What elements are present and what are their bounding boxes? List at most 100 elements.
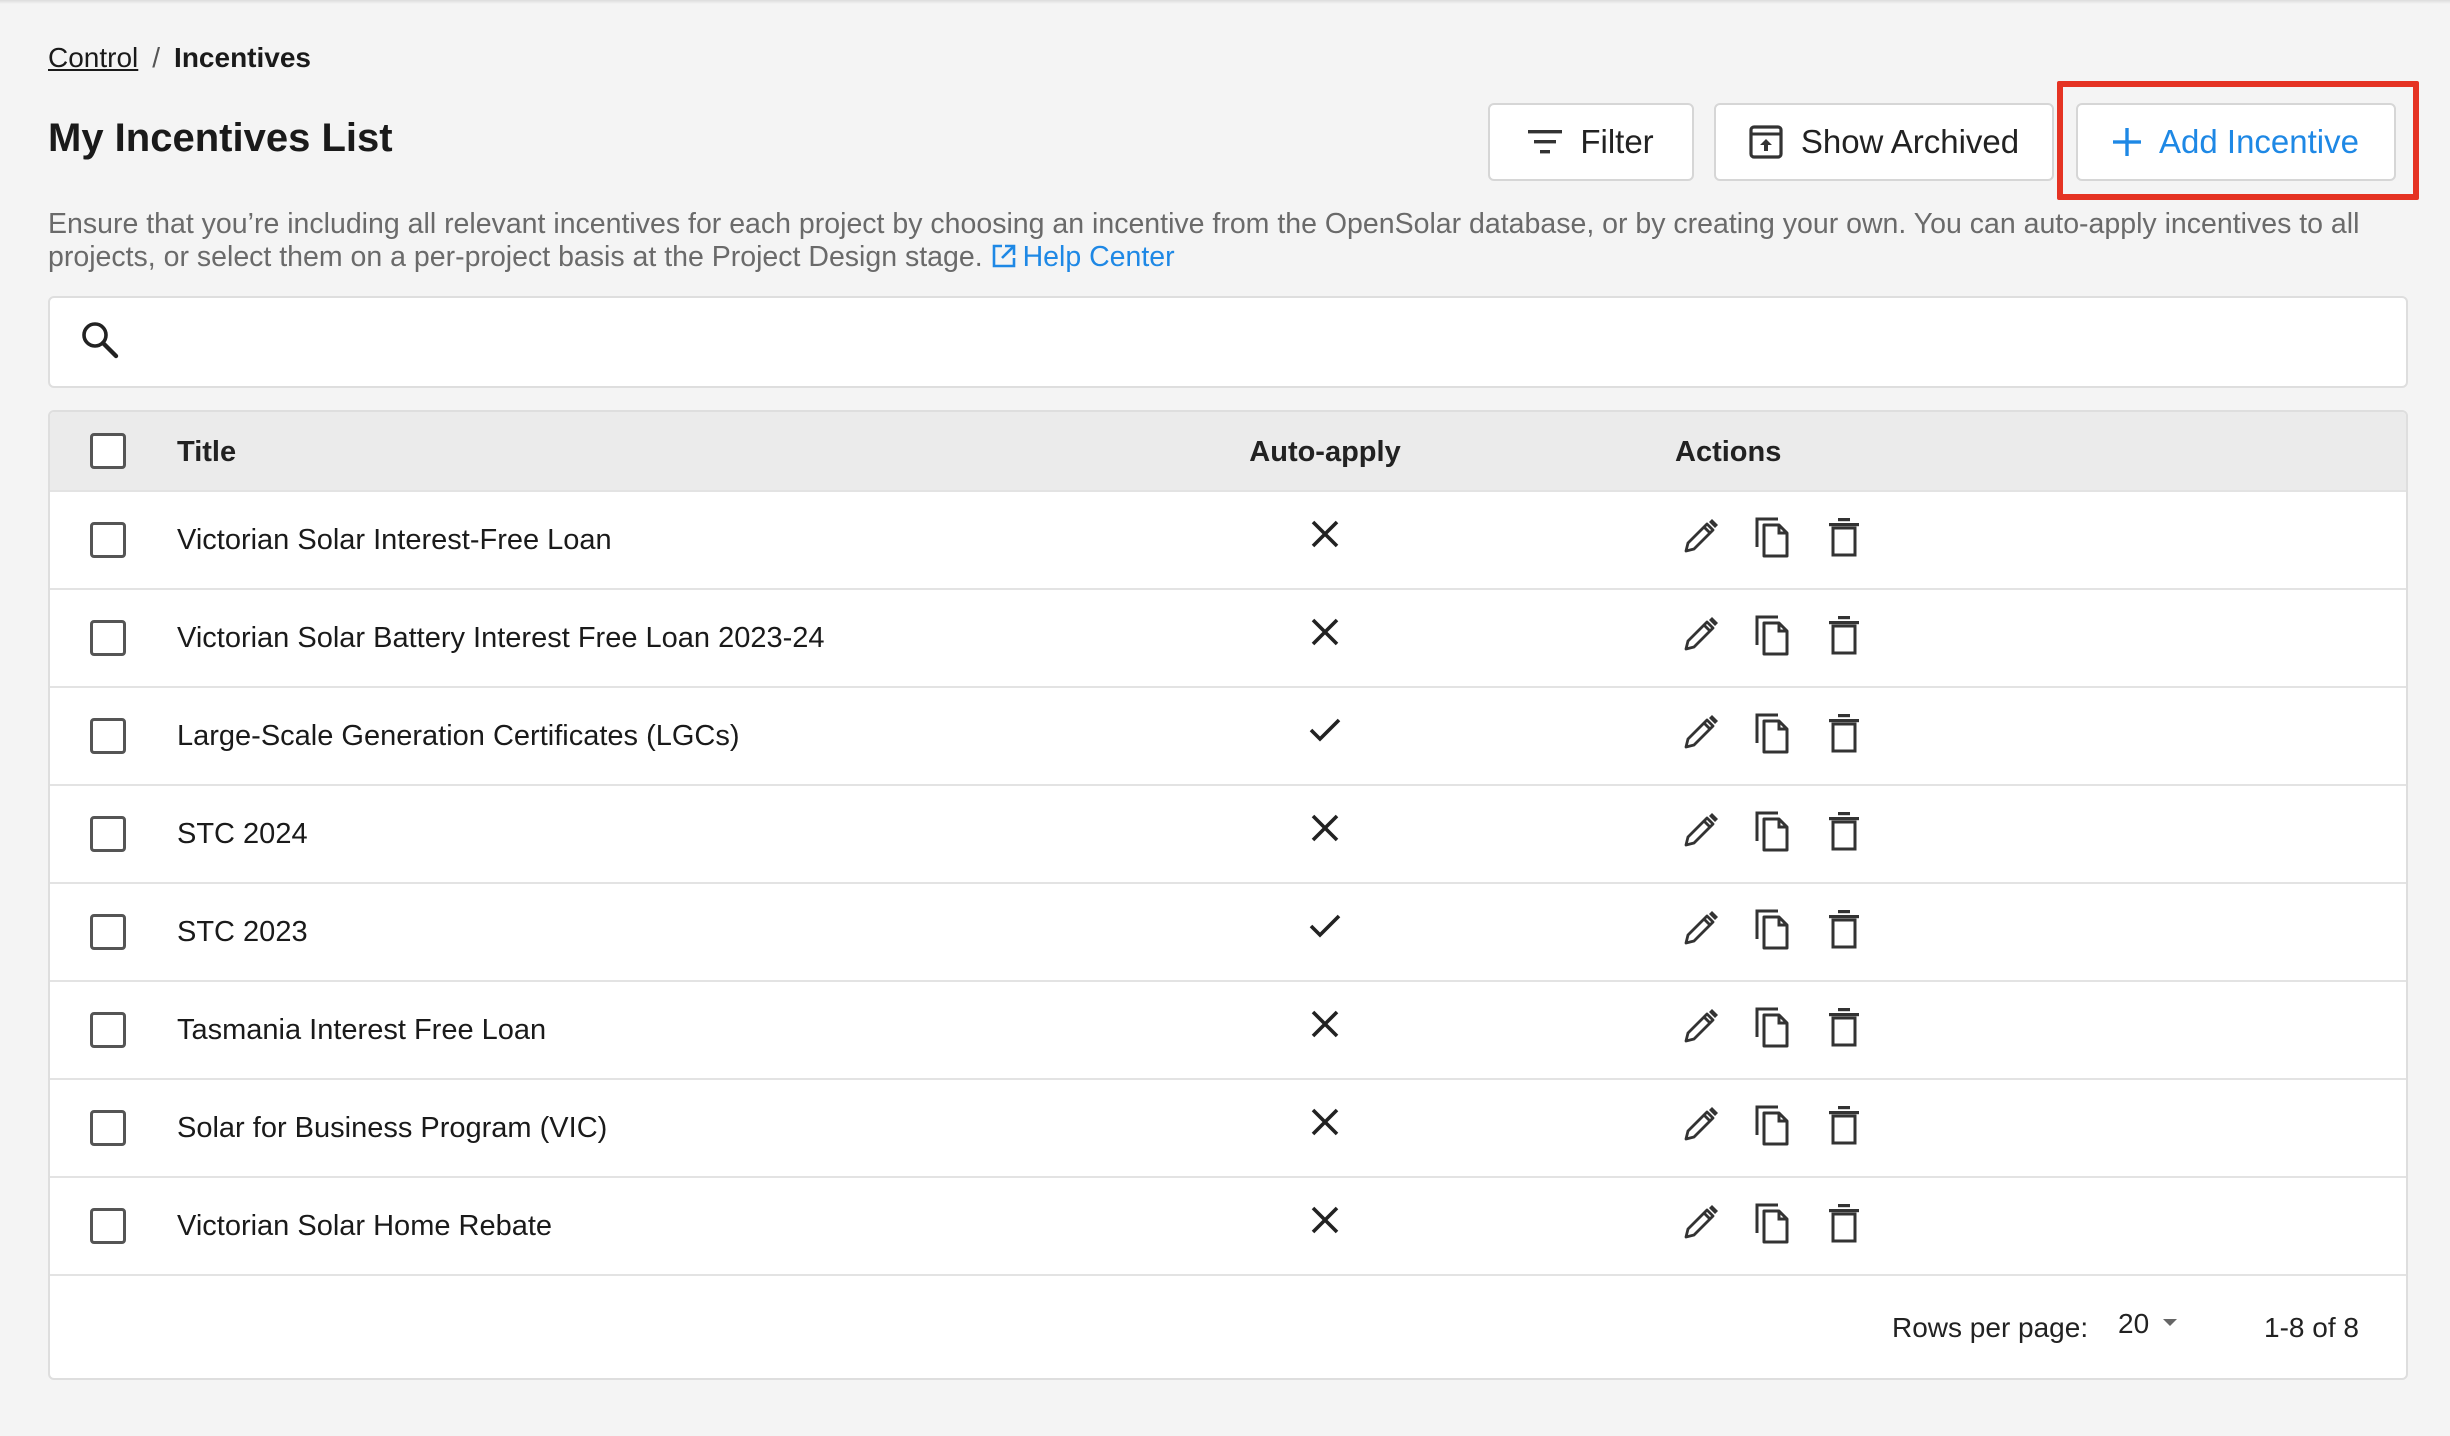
row-title: Victorian Solar Battery Interest Free Lo…: [177, 622, 825, 654]
copy-button[interactable]: [1747, 1104, 1797, 1154]
search-icon: [80, 320, 120, 365]
help-center-link[interactable]: Help Center: [991, 241, 1175, 273]
copy-icon: [1752, 515, 1792, 567]
description-text: Ensure that you’re including all relevan…: [48, 208, 2388, 274]
row-title: STC 2023: [177, 916, 308, 948]
copy-button[interactable]: [1747, 1006, 1797, 1056]
copy-icon: [1752, 711, 1792, 763]
table-row[interactable]: Victorian Solar Home Rebate: [50, 1176, 2406, 1274]
auto-apply-cell: [1210, 1202, 1440, 1246]
edit-button[interactable]: [1675, 712, 1725, 762]
pencil-icon: [1680, 811, 1720, 859]
copy-button[interactable]: [1747, 1202, 1797, 1252]
row-title: Victorian Solar Interest-Free Loan: [177, 524, 612, 556]
show-archived-button-label: Show Archived: [1800, 123, 2020, 160]
filter-button[interactable]: Filter: [1488, 103, 1694, 181]
edit-button[interactable]: [1675, 1104, 1725, 1154]
rows-per-page-select[interactable]: 20: [2118, 1308, 2181, 1340]
pencil-icon: [1680, 1105, 1720, 1153]
check-icon: [1307, 712, 1343, 756]
table-row[interactable]: STC 2024: [50, 784, 2406, 882]
close-icon: [1307, 516, 1343, 560]
row-checkbox[interactable]: [90, 718, 126, 754]
pagination-range: 1-8 of 8: [2264, 1312, 2359, 1343]
delete-button[interactable]: [1819, 1006, 1869, 1056]
row-actions: [1675, 1104, 1869, 1154]
trash-icon: [1827, 811, 1861, 859]
copy-button[interactable]: [1747, 810, 1797, 860]
close-icon: [1307, 1006, 1343, 1050]
edit-button[interactable]: [1675, 1202, 1725, 1252]
delete-button[interactable]: [1819, 1202, 1869, 1252]
row-actions: [1675, 516, 1869, 566]
copy-icon: [1752, 809, 1792, 861]
table-row[interactable]: STC 2023: [50, 882, 2406, 980]
edit-button[interactable]: [1675, 810, 1725, 860]
incentives-table: Title Auto-apply Actions Victorian Solar…: [48, 410, 2408, 1380]
delete-button[interactable]: [1819, 516, 1869, 566]
breadcrumb-current: Incentives: [174, 42, 311, 73]
table-row[interactable]: Victorian Solar Battery Interest Free Lo…: [50, 588, 2406, 686]
trash-icon: [1827, 517, 1861, 565]
row-actions: [1675, 810, 1869, 860]
close-icon: [1307, 614, 1343, 658]
column-header-actions: Actions: [1675, 436, 1782, 468]
delete-button[interactable]: [1819, 908, 1869, 958]
pencil-icon: [1680, 1007, 1720, 1055]
delete-button[interactable]: [1819, 614, 1869, 664]
auto-apply-cell: [1210, 1006, 1440, 1050]
edit-button[interactable]: [1675, 516, 1725, 566]
search-bar: [48, 296, 2408, 388]
pencil-icon: [1680, 713, 1720, 761]
edit-button[interactable]: [1675, 908, 1725, 958]
row-title: Victorian Solar Home Rebate: [177, 1210, 553, 1242]
row-checkbox[interactable]: [90, 522, 126, 558]
close-icon: [1307, 810, 1343, 854]
top-shadow: [0, 0, 2450, 4]
search-input[interactable]: [140, 312, 2406, 372]
table-pagination: Rows per page: 20 1-8 of 8: [50, 1274, 2406, 1374]
table-row[interactable]: Large-Scale Generation Certificates (LGC…: [50, 686, 2406, 784]
row-actions: [1675, 712, 1869, 762]
row-checkbox[interactable]: [90, 620, 126, 656]
column-header-auto-apply[interactable]: Auto-apply: [1210, 436, 1440, 469]
trash-icon: [1827, 909, 1861, 957]
row-checkbox[interactable]: [90, 1012, 126, 1048]
trash-icon: [1827, 713, 1861, 761]
edit-button[interactable]: [1675, 614, 1725, 664]
copy-button[interactable]: [1747, 516, 1797, 566]
delete-button[interactable]: [1819, 712, 1869, 762]
pencil-icon: [1680, 909, 1720, 957]
copy-button[interactable]: [1747, 712, 1797, 762]
help-center-label: Help Center: [1022, 241, 1175, 273]
show-archived-button[interactable]: Show Archived: [1714, 103, 2054, 181]
edit-button[interactable]: [1675, 1006, 1725, 1056]
row-title: Solar for Business Program (VIC): [177, 1112, 608, 1144]
row-title: Tasmania Interest Free Loan: [177, 1014, 547, 1046]
table-row[interactable]: Solar for Business Program (VIC): [50, 1078, 2406, 1176]
column-header-title[interactable]: Title: [177, 436, 236, 469]
trash-icon: [1827, 615, 1861, 663]
delete-button[interactable]: [1819, 810, 1869, 860]
check-icon: [1307, 908, 1343, 952]
table-row[interactable]: Victorian Solar Interest-Free Loan: [50, 490, 2406, 588]
row-checkbox[interactable]: [90, 816, 126, 852]
delete-button[interactable]: [1819, 1104, 1869, 1154]
pencil-icon: [1680, 1203, 1720, 1251]
filter-icon: [1528, 129, 1563, 155]
close-icon: [1307, 1202, 1343, 1246]
copy-button[interactable]: [1747, 908, 1797, 958]
row-checkbox[interactable]: [90, 1110, 126, 1146]
trash-icon: [1827, 1105, 1861, 1153]
select-all-checkbox[interactable]: [90, 433, 126, 469]
row-actions: [1675, 908, 1869, 958]
pencil-icon: [1680, 615, 1720, 663]
copy-icon: [1752, 613, 1792, 665]
row-title: STC 2024: [177, 818, 308, 850]
breadcrumb-link-control[interactable]: Control: [48, 42, 138, 74]
table-row[interactable]: Tasmania Interest Free Loan: [50, 980, 2406, 1078]
row-checkbox[interactable]: [90, 1208, 126, 1244]
copy-button[interactable]: [1747, 614, 1797, 664]
auto-apply-cell: [1210, 712, 1440, 756]
row-checkbox[interactable]: [90, 914, 126, 950]
